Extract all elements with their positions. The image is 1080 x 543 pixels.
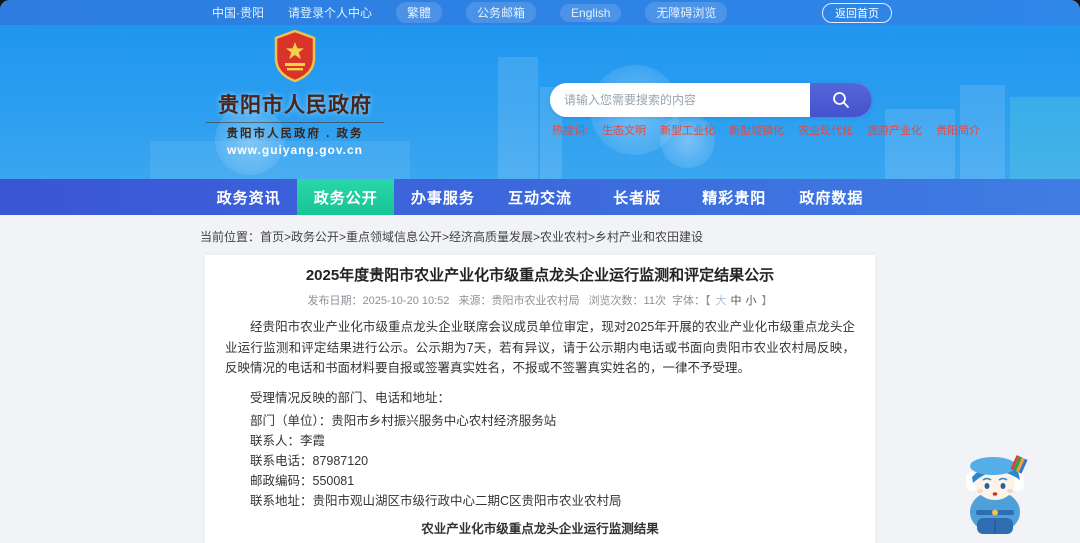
- mascot-icon[interactable]: [960, 450, 1032, 538]
- search-input[interactable]: [550, 83, 810, 117]
- site-subtitle: 贵阳市人民政府 . 政务: [226, 128, 364, 140]
- nav-item-hudong-jiaoliu[interactable]: 互动交流: [491, 179, 588, 215]
- nav-item-zhengwu-zixun[interactable]: 政务资讯: [200, 179, 297, 215]
- hot-search-item[interactable]: 新型城镇化: [729, 122, 784, 138]
- nav-item-zhengfu-shuju[interactable]: 政府数据: [783, 179, 880, 215]
- city-skyline-block: [885, 109, 955, 179]
- font-size-bracket: 】: [761, 295, 773, 307]
- hot-search-label: 热搜词:: [552, 125, 589, 137]
- article-source: 来源：贵阳市农业农村局: [458, 295, 580, 307]
- topbar-link-accessibility[interactable]: 无障碍浏览: [645, 2, 728, 23]
- browser-page: 中国·贵阳 请登录个人中心 繁體 公务邮箱 English 无障碍浏览 返回首页: [0, 0, 1080, 543]
- search-button[interactable]: [810, 83, 872, 117]
- content-area: 当前位置：首页>政务公开>重点领域信息公开>经济高质量发展>农业农村>乡村产业和…: [0, 215, 1080, 543]
- font-size-label: 字体：【: [671, 295, 711, 307]
- hot-search-item[interactable]: 新型工业化: [660, 122, 715, 138]
- breadcrumb[interactable]: 当前位置：首页>政务公开>重点领域信息公开>经济高质量发展>农业农村>乡村产业和…: [0, 215, 1080, 245]
- site-url: www.guiyang.gov.cn: [226, 143, 363, 157]
- hot-search-item[interactable]: 贵阳简介: [936, 122, 980, 138]
- view-count: 浏览次数：11次: [588, 295, 666, 307]
- nav-item-zhangzheban[interactable]: 长者版: [589, 179, 686, 215]
- font-size-medium-button[interactable]: 中: [730, 295, 741, 307]
- article-title: 2025年度贵阳市农业产业化市级重点龙头企业运行监测和评定结果公示: [305, 267, 775, 284]
- article-paragraph: 受理情况反映的部门、电话和地址：: [250, 390, 451, 405]
- contact-address: 联系地址：贵阳市观山湖区市级行政中心二期C区贵阳市农业农村局: [250, 493, 622, 508]
- main-nav: 政务资讯 政务公开 办事服务 互动交流 长者版 精彩贵阳 政府数据: [0, 179, 1080, 215]
- nav-items: 政务资讯 政务公开 办事服务 互动交流 长者版 精彩贵阳 政府数据: [200, 179, 880, 215]
- table-title: 农业产业化市级重点龙头企业运行监测结果: [421, 521, 659, 536]
- contact-postcode: 邮政编码：550081: [250, 473, 355, 488]
- topbar-link-english[interactable]: English: [560, 3, 622, 22]
- search-icon: [833, 92, 849, 108]
- site-banner: 贵阳市人民政府 贵阳市人民政府 . 政务 www.guiyang.gov.cn …: [0, 25, 1080, 179]
- topbar-links: 中国·贵阳 请登录个人中心 繁體 公务邮箱 English 无障碍浏览: [212, 2, 728, 23]
- article-card: 2025年度贵阳市农业产业化市级重点龙头企业运行监测和评定结果公示 发布日期：2…: [205, 255, 875, 543]
- breadcrumb-label: 当前位置：: [200, 230, 261, 244]
- topbar-link-traditional[interactable]: 繁體: [396, 2, 443, 23]
- hot-search-item[interactable]: 旅游产业化: [867, 122, 922, 138]
- font-size-large-button[interactable]: 大: [715, 295, 726, 307]
- site-name: 贵阳市人民政府: [218, 94, 372, 117]
- nav-item-jingcai-guiyang[interactable]: 精彩贵阳: [686, 179, 783, 215]
- contact-phone: 联系电话：87987120: [250, 453, 369, 468]
- article-paragraph: 经贵阳市农业产业化市级重点龙头企业联席会议成员单位审定，现对2025年开展的农业…: [225, 320, 855, 376]
- publish-date: 发布日期：2025-10-20 10:52: [307, 295, 450, 307]
- national-emblem-icon: [274, 29, 316, 83]
- topbar: 中国·贵阳 请登录个人中心 繁體 公务邮箱 English 无障碍浏览 返回首页: [0, 0, 1080, 25]
- breadcrumb-path[interactable]: 首页>政务公开>重点领域信息公开>经济高质量发展>农业农村>乡村产业和农田建设: [260, 230, 703, 244]
- nav-item-zhengwu-gongkai[interactable]: 政务公开: [297, 179, 395, 215]
- topbar-link-china-guiyang[interactable]: 中国·贵阳: [212, 4, 264, 21]
- article-meta: 发布日期：2025-10-20 10:52 来源：贵阳市农业农村局 浏览次数：1…: [225, 292, 855, 308]
- nav-item-banshi-fuwu[interactable]: 办事服务: [394, 179, 491, 215]
- hot-search-bar: 热搜词: 生态文明 新型工业化 新型城镇化 农业现代化 旅游产业化 贵阳简介: [552, 122, 980, 138]
- hot-search-item[interactable]: 农业现代化: [798, 122, 853, 138]
- back-to-home-button[interactable]: 返回首页: [822, 2, 892, 23]
- topbar-link-login[interactable]: 请登录个人中心: [288, 4, 372, 21]
- site-logo[interactable]: 贵阳市人民政府 贵阳市人民政府 . 政务 www.guiyang.gov.cn: [200, 29, 390, 157]
- font-size-small-button[interactable]: 小: [745, 295, 756, 307]
- city-skyline-tower: [498, 57, 538, 179]
- hot-search-item[interactable]: 生态文明: [602, 122, 646, 138]
- contact-department: 部门（单位）：贵阳市乡村振兴服务中心农村经济服务站: [250, 413, 557, 428]
- search-box: [550, 83, 872, 117]
- city-skyline-block: [1010, 97, 1080, 179]
- topbar-link-gov-mail[interactable]: 公务邮箱: [466, 2, 537, 23]
- contact-person: 联系人：李霞: [250, 433, 326, 448]
- logo-divider: [206, 122, 384, 123]
